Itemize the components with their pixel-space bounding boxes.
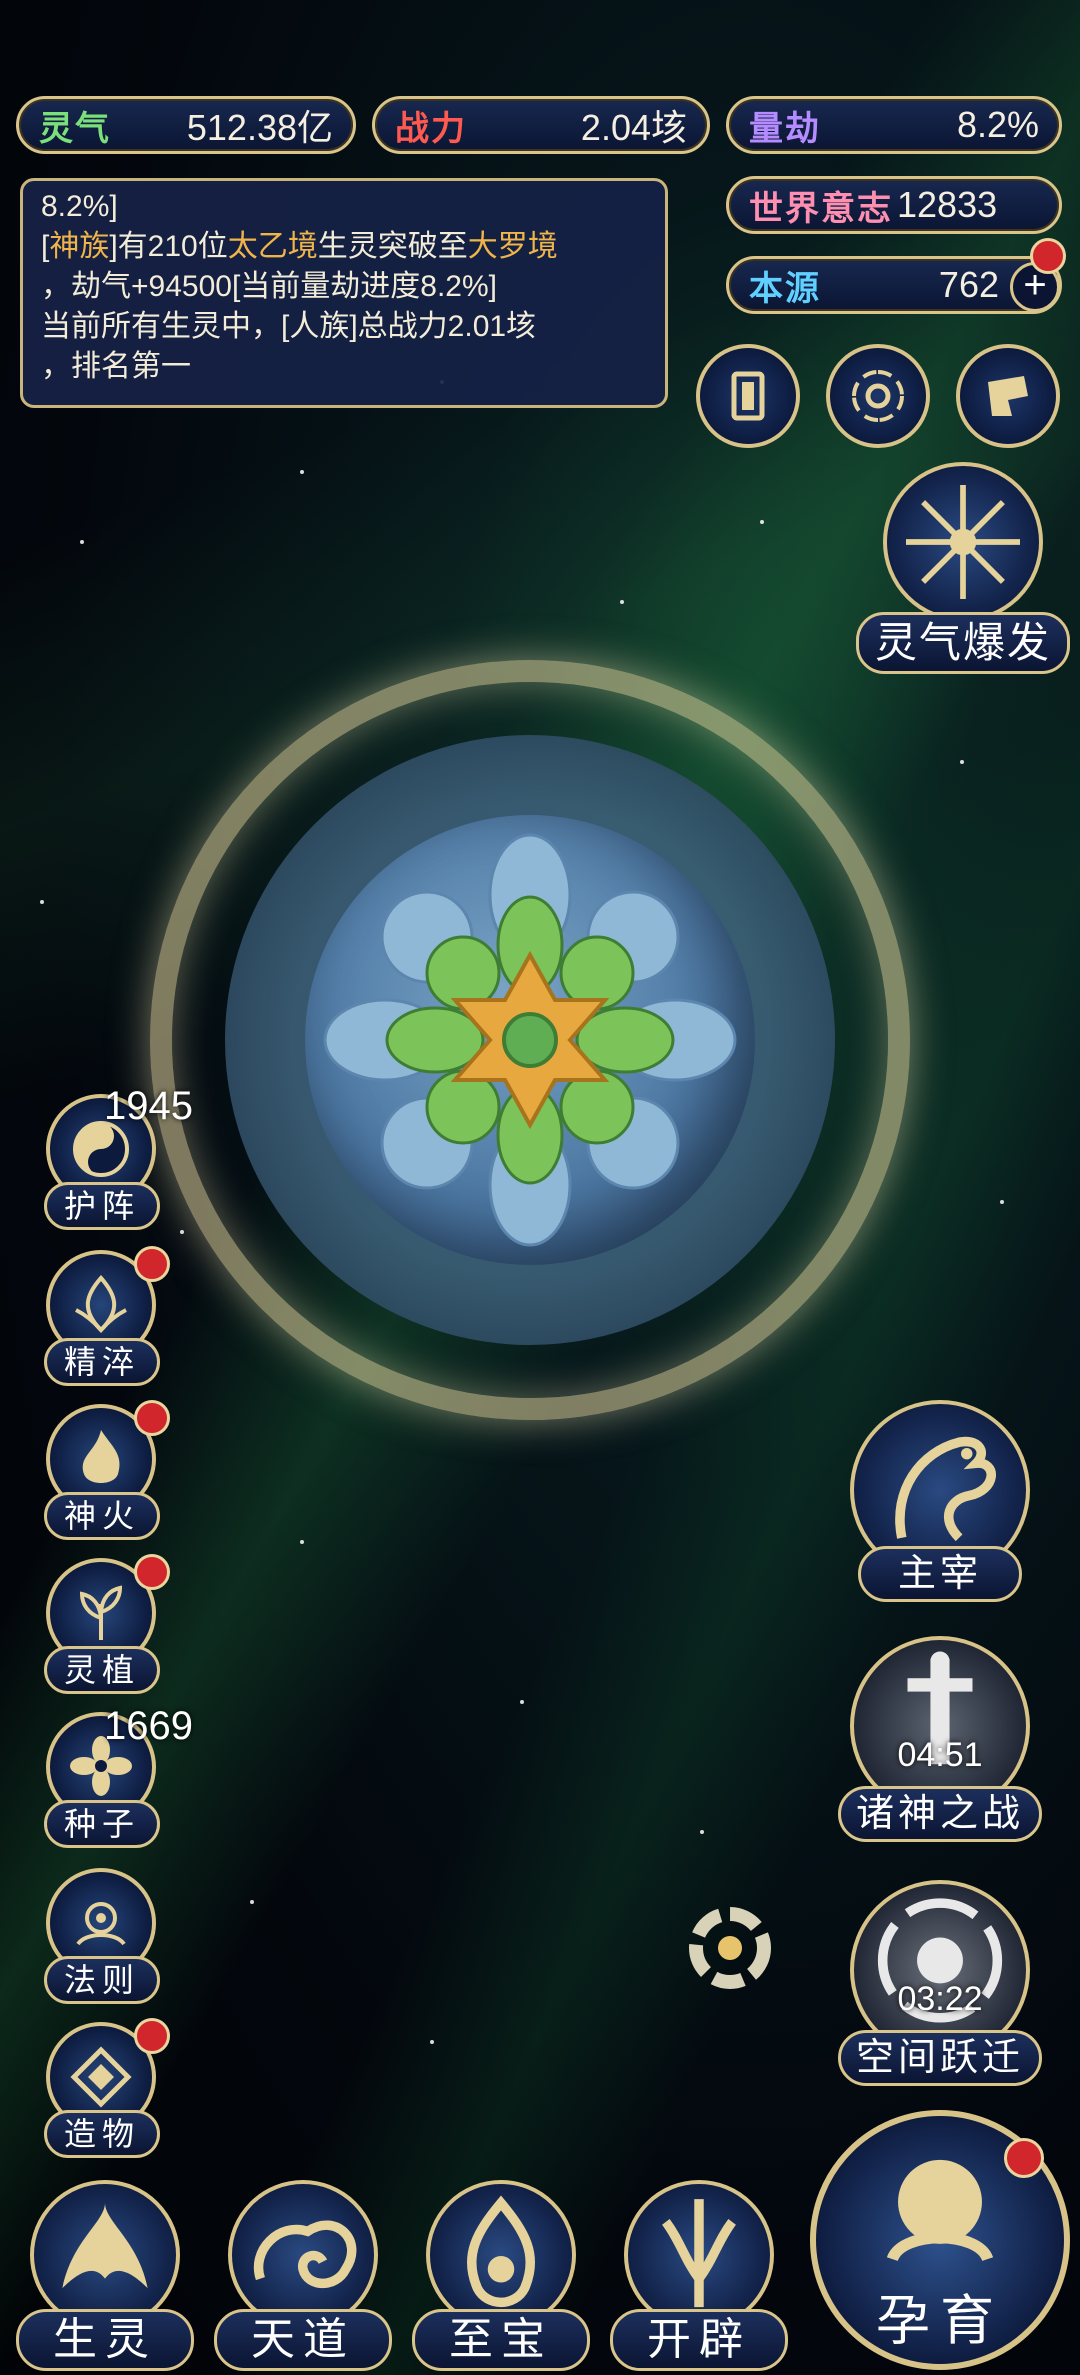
resource-value: 512.38亿: [186, 107, 333, 148]
resource-value: 2.04垓: [580, 107, 687, 148]
burst-button[interactable]: 灵气爆发: [856, 462, 1070, 682]
diamond-icon: [70, 2046, 132, 2108]
zhuzai-label: 主宰: [858, 1546, 1022, 1602]
zhuzai-button[interactable]: 主宰: [850, 1400, 1030, 1610]
notification-dot: [134, 1400, 170, 1436]
nav-zhibao[interactable]: 至宝: [412, 2180, 590, 2375]
resource-shijie[interactable]: 世界意志 12833: [726, 176, 1062, 234]
log-line: 当前所有生灵中，[人族]总战力2.01垓: [41, 310, 537, 343]
law-sigil-icon: [76, 1902, 126, 1946]
side-item-label: 造物: [44, 2110, 160, 2158]
swirl-button[interactable]: [826, 344, 930, 448]
zhushen-button[interactable]: 04:51 诸神之战: [838, 1636, 1042, 1846]
zhushen-timer: 04:51: [897, 1736, 983, 1774]
kongjian-timer: 03:22: [897, 1980, 983, 2018]
phoenix-icon: [62, 2202, 148, 2289]
card-icon: [731, 371, 765, 421]
side-item-label: 法则: [44, 1956, 160, 2004]
side-item-faze[interactable]: 法则: [38, 1868, 168, 2008]
burst-icon: [906, 485, 1020, 599]
burst-label: 灵气爆发: [856, 612, 1070, 674]
nav-label: 至宝: [412, 2309, 590, 2371]
resource-liangjie[interactable]: 量劫 8.2%: [726, 96, 1062, 154]
resource-label: 量劫: [749, 109, 821, 148]
resource-value: 8.2%: [956, 104, 1039, 145]
resource-label: 灵气: [39, 109, 111, 148]
card-button[interactable]: [696, 344, 800, 448]
nav-label: 天道: [214, 2309, 392, 2371]
resource-label: 战力: [395, 109, 467, 148]
resource-label: 世界意志: [749, 189, 893, 228]
nav-tiandao[interactable]: 天道: [214, 2180, 392, 2375]
axe-flame-icon: [662, 2199, 736, 2308]
world-planet[interactable]: [305, 815, 755, 1265]
zhushen-label: 诸神之战: [838, 1786, 1042, 1842]
notification-dot: [134, 2018, 170, 2054]
stone-ring-icon: [689, 1907, 771, 1989]
fire-icon: [82, 1430, 120, 1483]
scroll-button[interactable]: [956, 344, 1060, 448]
side-item-label: 护阵: [44, 1182, 160, 1230]
treasure-flame-icon: [466, 2195, 536, 2307]
yunyu-label: 孕育: [876, 2291, 1004, 2351]
notification-dot: [1030, 238, 1066, 274]
side-item-label: 灵植: [44, 1646, 160, 1694]
nav-label: 开辟: [610, 2309, 788, 2371]
log-line: ，劫气+94500[当前量劫进度8.2%]: [41, 270, 497, 303]
swirl-icon: [852, 370, 904, 422]
resource-zhanli[interactable]: 战力 2.04垓: [372, 96, 710, 154]
huzhen-count: 1945: [104, 1084, 193, 1128]
resource-label: 本源: [749, 269, 821, 308]
nav-label: 生灵: [16, 2309, 194, 2371]
lotus-icon: [323, 833, 737, 1247]
nav-kaipi[interactable]: 开辟: [610, 2180, 788, 2375]
log-line: 8.2%]: [41, 190, 118, 223]
resource-value: 12833: [897, 184, 998, 225]
notification-dot: [1004, 2138, 1044, 2178]
notification-dot: [134, 1246, 170, 1282]
floating-portal[interactable]: [682, 1900, 778, 1996]
nav-shengling[interactable]: 生灵: [16, 2180, 194, 2375]
cloud-swirl-icon: [253, 2220, 357, 2288]
flame-lotus-icon: [75, 1274, 127, 1334]
side-item-label: 精淬: [44, 1338, 160, 1386]
log-line: ，排名第一: [41, 350, 191, 383]
kongjian-label: 空间跃迁: [838, 2030, 1042, 2086]
scroll-icon: [988, 376, 1028, 416]
resource-lingqi[interactable]: 灵气 512.38亿: [16, 96, 356, 154]
plant-icon: [79, 1585, 123, 1640]
zhongzi-count: 1669: [104, 1704, 193, 1748]
notification-dot: [134, 1554, 170, 1590]
side-item-label: 神火: [44, 1492, 160, 1540]
log-line: [神族]有210位太乙境生灵突破至大罗境: [41, 230, 558, 263]
kongjian-button[interactable]: 03:22 空间跃迁: [838, 1880, 1042, 2090]
side-item-label: 种子: [44, 1800, 160, 1848]
event-log: 8.2%] [神族]有210位太乙境生灵突破至大罗境 ，劫气+94500[当前量…: [20, 178, 668, 408]
resource-value: 762: [938, 264, 999, 305]
